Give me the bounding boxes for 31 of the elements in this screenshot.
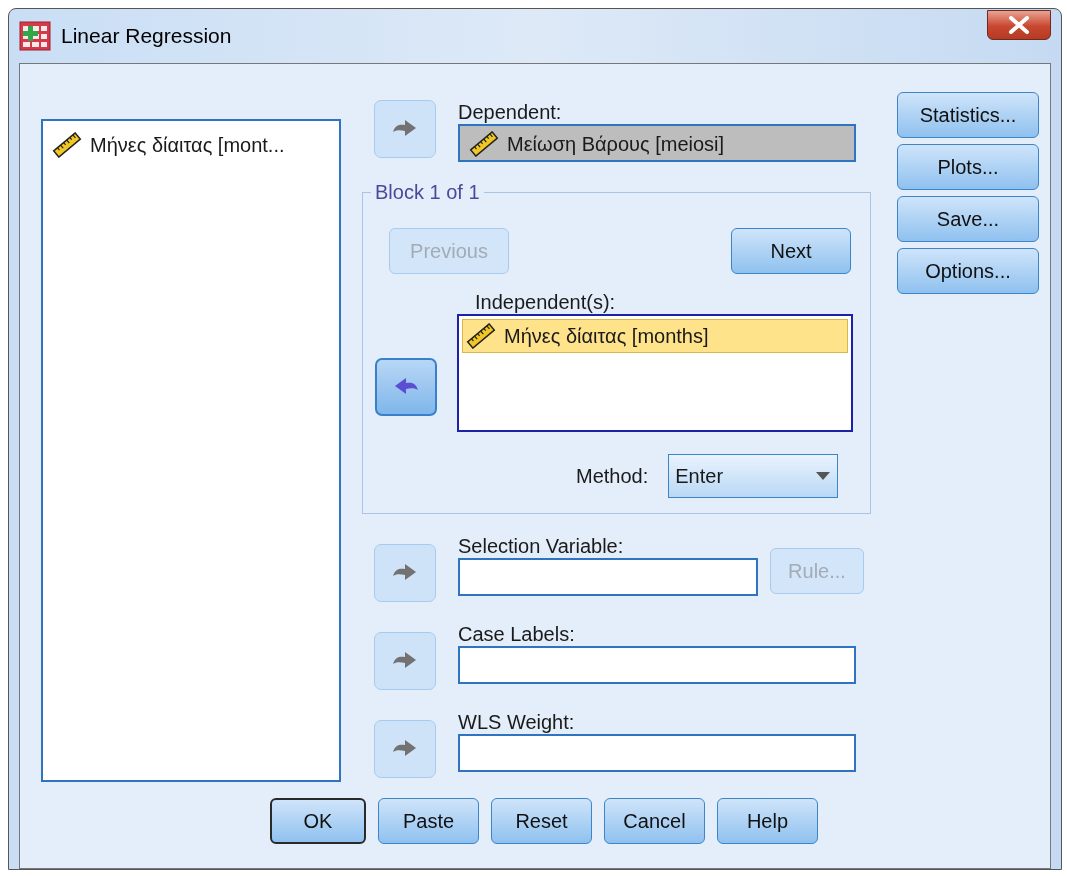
independent-list[interactable]: Μήνες δίαιτας [months]: [457, 314, 853, 432]
next-button[interactable]: Next: [731, 228, 851, 274]
dialog-button[interactable]: Help: [717, 798, 818, 844]
list-item[interactable]: Μήνες δίαιτας [mont...: [49, 129, 333, 161]
field-label: Selection Variable:: [458, 534, 625, 558]
field-label: WLS Weight:: [458, 710, 576, 734]
input-field[interactable]: [458, 558, 758, 596]
dialog-button[interactable]: OK: [270, 798, 366, 844]
dialog-button[interactable]: Reset: [491, 798, 592, 844]
dialog-button[interactable]: Paste: [378, 798, 479, 844]
variable-list[interactable]: Μήνες δίαιτας [mont...: [41, 119, 341, 782]
dialog-button[interactable]: Options...: [897, 248, 1039, 294]
dialog-button[interactable]: Save...: [897, 196, 1039, 242]
field-label: Case Labels:: [458, 622, 576, 646]
input-field[interactable]: [458, 734, 856, 772]
app-icon: [19, 21, 51, 51]
field-label: Independent(s):: [475, 290, 617, 314]
dialog-button[interactable]: Plots...: [897, 144, 1039, 190]
input-field[interactable]: [458, 646, 856, 684]
close-icon: [1007, 16, 1031, 34]
list-item[interactable]: Μήνες δίαιτας [months]: [462, 319, 848, 353]
close-button[interactable]: [987, 10, 1051, 40]
caret-icon: [815, 471, 832, 481]
method-dropdown[interactable]: Enter: [668, 454, 839, 498]
method-label: Method:: [576, 464, 649, 489]
ruler-icon: [466, 323, 496, 349]
dialog-button[interactable]: Statistics...: [897, 92, 1039, 138]
window-title: Linear Regression: [61, 23, 232, 50]
dialog-button[interactable]: Cancel: [604, 798, 705, 844]
field-label: Dependent:: [458, 100, 563, 124]
arrow-button[interactable]: [375, 358, 437, 416]
